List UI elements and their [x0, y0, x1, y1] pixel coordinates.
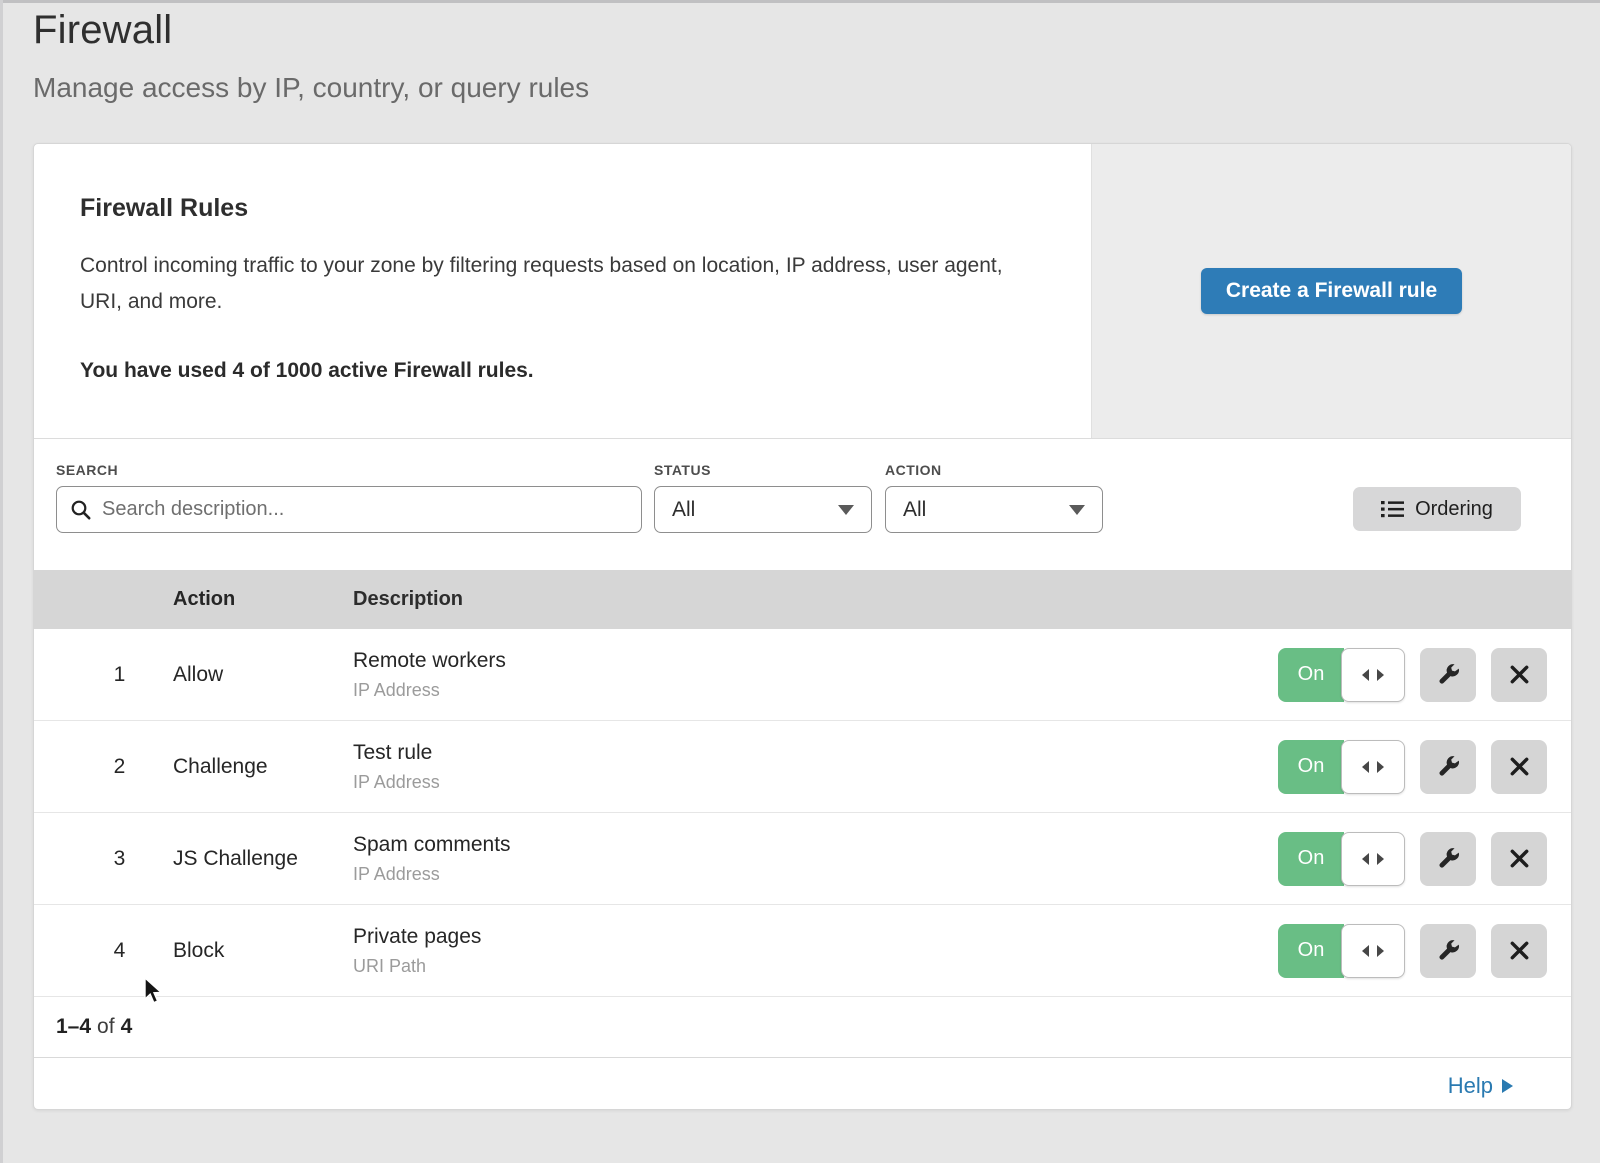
pagination-of: of	[97, 1015, 115, 1039]
rule-enabled-toggle[interactable]: On	[1278, 832, 1405, 886]
rule-description-title: Private pages	[353, 925, 1278, 949]
edit-rule-button[interactable]	[1420, 740, 1476, 794]
usage-text: You have used 4 of 1000 active Firewall …	[80, 359, 1011, 383]
rule-priority: 4	[34, 939, 173, 963]
toggle-on-label: On	[1278, 740, 1344, 794]
edit-rule-button[interactable]	[1420, 648, 1476, 702]
page-header: Firewall Manage access by IP, country, o…	[0, 0, 1600, 104]
rule-description: Private pages URI Path	[353, 925, 1278, 977]
rule-match-type: IP Address	[353, 864, 1278, 885]
toggle-knob[interactable]	[1341, 832, 1405, 886]
toggle-on-label: On	[1278, 832, 1344, 886]
page-subtitle: Manage access by IP, country, or query r…	[33, 72, 1600, 104]
page-title: Firewall	[33, 8, 1600, 53]
create-rule-section: Create a Firewall rule	[1091, 144, 1571, 438]
ordering-list-icon	[1381, 499, 1404, 519]
chevron-down-icon	[1069, 505, 1085, 515]
status-select-value: All	[672, 498, 695, 522]
table-row: 3 JS Challenge Spam comments IP Address …	[34, 813, 1571, 905]
x-icon	[1508, 939, 1531, 962]
delete-rule-button[interactable]	[1491, 740, 1547, 794]
action-column-header: Action	[173, 588, 353, 611]
toggle-on-label: On	[1278, 648, 1344, 702]
pagination: 1–4 of 4	[34, 997, 1571, 1057]
pagination-total: 4	[121, 1015, 133, 1039]
card-footer: Help	[34, 1057, 1571, 1114]
wrench-icon	[1436, 938, 1461, 963]
help-arrow-icon	[1502, 1079, 1513, 1093]
rule-priority: 2	[34, 755, 173, 779]
search-icon	[69, 498, 93, 522]
filter-bar: SEARCH STATUS All ACTION All	[34, 439, 1571, 570]
rule-description-title: Spam comments	[353, 833, 1278, 857]
wrench-icon	[1436, 662, 1461, 687]
help-link-label: Help	[1448, 1073, 1493, 1099]
firewall-card: Firewall Rules Control incoming traffic …	[33, 143, 1572, 1110]
ordering-button[interactable]: Ordering	[1353, 487, 1521, 531]
rule-controls: On	[1278, 832, 1571, 886]
delete-rule-button[interactable]	[1491, 648, 1547, 702]
rule-controls: On	[1278, 648, 1571, 702]
rule-match-type: URI Path	[353, 956, 1278, 977]
create-firewall-rule-button[interactable]: Create a Firewall rule	[1201, 268, 1462, 314]
rule-description: Spam comments IP Address	[353, 833, 1278, 885]
rule-controls: On	[1278, 740, 1571, 794]
table-row: 4 Block Private pages URI Path On	[34, 905, 1571, 997]
toggle-knob[interactable]	[1341, 740, 1405, 794]
rule-action: Allow	[173, 663, 353, 687]
toggle-arrows-icon	[1361, 944, 1385, 958]
x-icon	[1508, 847, 1531, 870]
pagination-range: 1–4	[56, 1015, 91, 1039]
delete-rule-button[interactable]	[1491, 924, 1547, 978]
toggle-on-label: On	[1278, 924, 1344, 978]
status-select[interactable]: All	[654, 486, 872, 533]
wrench-icon	[1436, 754, 1461, 779]
delete-rule-button[interactable]	[1491, 832, 1547, 886]
toggle-knob[interactable]	[1341, 924, 1405, 978]
rule-enabled-toggle[interactable]: On	[1278, 648, 1405, 702]
chevron-down-icon	[838, 505, 854, 515]
action-select-value: All	[903, 498, 926, 522]
wrench-icon	[1436, 846, 1461, 871]
rule-action: Block	[173, 939, 353, 963]
edit-rule-button[interactable]	[1420, 924, 1476, 978]
description-column-header: Description	[353, 588, 1571, 611]
rule-description-title: Remote workers	[353, 649, 1278, 673]
ordering-button-label: Ordering	[1415, 498, 1493, 521]
table-row: 2 Challenge Test rule IP Address On	[34, 721, 1571, 813]
toggle-knob[interactable]	[1341, 648, 1405, 702]
edit-rule-button[interactable]	[1420, 832, 1476, 886]
rule-enabled-toggle[interactable]: On	[1278, 924, 1405, 978]
search-label: SEARCH	[56, 462, 118, 478]
rule-action: Challenge	[173, 755, 353, 779]
action-label: ACTION	[885, 462, 942, 478]
panel-title: Firewall Rules	[80, 194, 1011, 223]
help-link[interactable]: Help	[1448, 1073, 1513, 1099]
rule-action: JS Challenge	[173, 847, 353, 871]
rule-controls: On	[1278, 924, 1571, 978]
toggle-arrows-icon	[1361, 852, 1385, 866]
toggle-arrows-icon	[1361, 760, 1385, 774]
x-icon	[1508, 663, 1531, 686]
action-select[interactable]: All	[885, 486, 1103, 533]
table-row: 1 Allow Remote workers IP Address On	[34, 629, 1571, 721]
rule-description: Remote workers IP Address	[353, 649, 1278, 701]
panel-description: Control incoming traffic to your zone by…	[80, 248, 1011, 319]
rule-match-type: IP Address	[353, 680, 1278, 701]
status-label: STATUS	[654, 462, 711, 478]
search-field-wrap	[56, 486, 642, 533]
rule-match-type: IP Address	[353, 772, 1278, 793]
x-icon	[1508, 755, 1531, 778]
firewall-rules-info: Firewall Rules Control incoming traffic …	[34, 144, 1091, 438]
search-input[interactable]	[56, 486, 642, 533]
toggle-arrows-icon	[1361, 668, 1385, 682]
table-header: Action Description	[34, 570, 1571, 629]
rule-description: Test rule IP Address	[353, 741, 1278, 793]
rule-priority: 3	[34, 847, 173, 871]
rule-priority: 1	[34, 663, 173, 687]
firewall-rules-panel: Firewall Rules Control incoming traffic …	[34, 144, 1571, 439]
rule-enabled-toggle[interactable]: On	[1278, 740, 1405, 794]
rule-description-title: Test rule	[353, 741, 1278, 765]
